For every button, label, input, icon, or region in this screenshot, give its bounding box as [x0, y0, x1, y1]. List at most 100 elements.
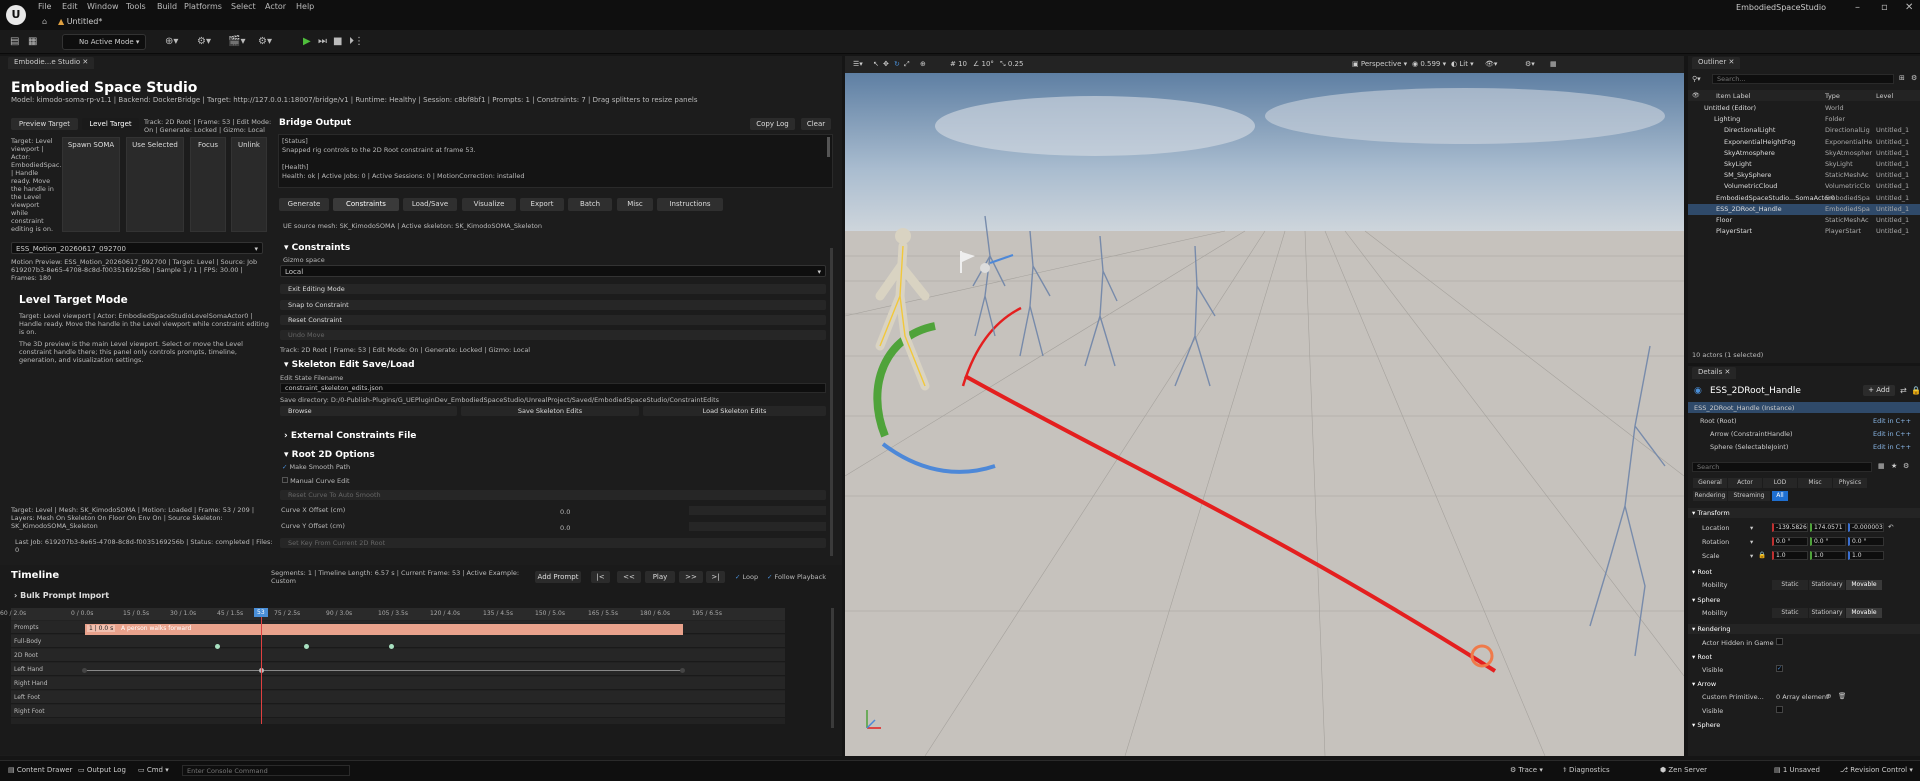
skeleton-save-header[interactable]: ▾ Skeleton Edit Save/Load — [284, 360, 415, 370]
filter-icon[interactable]: ⚲▾ — [1692, 75, 1701, 83]
cinematics-icon[interactable]: 🎬▾ — [228, 36, 245, 47]
outliner-settings-icon[interactable]: ⚙ — [1911, 74, 1917, 82]
viewport-menu-icon[interactable]: ☰▾ — [853, 60, 863, 68]
col-item-label[interactable]: Item Label — [1716, 92, 1750, 100]
fullbody-key-3[interactable] — [389, 644, 394, 649]
diagnostics-button[interactable]: ⚕ Diagnostics — [1563, 766, 1610, 774]
lock-icon[interactable]: 🔒 — [1911, 386, 1920, 395]
outliner-row[interactable]: Lighting Folder — [1688, 114, 1920, 125]
platforms-icon[interactable]: ⚙▾ — [258, 36, 272, 47]
mobility-static[interactable]: Static — [1772, 608, 1808, 618]
scale-label[interactable]: Scale — [1702, 552, 1720, 560]
loop-checkbox[interactable]: ✓ Loop — [735, 573, 758, 581]
reset-curve-button[interactable]: Reset Curve To Auto Smooth — [280, 490, 826, 500]
menu-actor[interactable]: Actor — [265, 2, 286, 11]
preview-target-button[interactable]: Preview Target — [11, 118, 78, 130]
playhead-frame-badge[interactable]: 53 — [254, 608, 268, 617]
load-skeleton-edits-button[interactable]: Load Skeleton Edits — [643, 406, 826, 416]
tab-generate[interactable]: Generate — [279, 198, 329, 211]
root-key-start[interactable] — [82, 668, 87, 673]
rotation-y[interactable]: 0.0 ° — [1810, 537, 1846, 546]
edit-in-cpp-link[interactable]: Edit in C++ — [1873, 417, 1911, 425]
motion-select-dropdown[interactable]: ESS_Motion_20260617_092700 ▾ — [11, 242, 263, 254]
outliner-row[interactable]: EmbodiedSpaceStudio...SomaActor0 Embodied… — [1688, 193, 1920, 204]
tab-batch[interactable]: Batch — [568, 198, 612, 211]
mobility-movable[interactable]: Movable — [1846, 608, 1882, 618]
grid-snap[interactable]: # 10 — [950, 60, 967, 68]
undo-move-button[interactable]: Undo Move — [280, 330, 826, 340]
use-selected-card[interactable]: Use Selected — [126, 137, 184, 232]
arrow-section-header[interactable]: ▾ Arrow — [1688, 679, 1920, 689]
instance-row[interactable]: ESS_2DRoot_Handle (Instance) — [1688, 402, 1920, 413]
scale-y[interactable]: 1.0 — [1810, 551, 1846, 560]
sphere-section-header[interactable]: ▾ Sphere — [1688, 595, 1920, 605]
unreal-logo-icon[interactable]: U — [6, 5, 26, 25]
camera-speed[interactable]: ◉ 0.599 ▾ — [1412, 60, 1446, 68]
timeline-track-row[interactable]: 2D Root — [11, 649, 785, 662]
filename-input[interactable]: constraint_skeleton_edits.json — [280, 383, 826, 393]
level-tab[interactable]: ▲ Untitled* — [58, 17, 102, 26]
spawn-soma-card[interactable]: Spawn SOMA — [62, 137, 120, 232]
step-icon[interactable]: ⏭ — [318, 36, 327, 47]
reset-constraint-button[interactable]: Reset Constraint — [280, 315, 826, 325]
sphere-section-header-2[interactable]: ▾ Sphere — [1688, 720, 1920, 730]
edit-in-cpp-link[interactable]: Edit in C++ — [1873, 430, 1911, 438]
show-flags-icon[interactable]: 👁▾ — [1485, 60, 1497, 68]
root2d-options-header[interactable]: ▾ Root 2D Options — [284, 450, 375, 460]
location-y[interactable]: 174.0571 — [1810, 523, 1846, 532]
last-frame-button[interactable]: >| — [706, 571, 725, 583]
outliner-row[interactable]: PlayerStart PlayerStart Untitled_1 — [1688, 226, 1920, 237]
outliner-row[interactable]: SkyLight SkyLight Untitled_1 — [1688, 159, 1920, 170]
copy-log-button[interactable]: Copy Log — [750, 118, 795, 130]
location-x[interactable]: -139.5826 — [1772, 523, 1808, 532]
constraints-scrollbar[interactable] — [830, 248, 833, 556]
timeline-scrollbar[interactable] — [831, 608, 834, 728]
rotation-snap[interactable]: ∠ 10° — [973, 60, 994, 68]
hidden-in-game-checkbox[interactable] — [1776, 638, 1783, 645]
stop-icon[interactable]: ■ — [333, 36, 342, 47]
console-input[interactable]: Enter Console Command — [182, 765, 350, 776]
external-constraints-header[interactable]: › External Constraints File — [284, 431, 416, 441]
scale-z[interactable]: 1.0 — [1848, 551, 1884, 560]
add-element-icon[interactable]: ⊕ — [1826, 692, 1831, 700]
viewport-settings-icon[interactable]: ⚙▾ — [1525, 60, 1535, 68]
rotation-label[interactable]: Rotation — [1702, 538, 1729, 546]
cmd-dropdown[interactable]: ▭ Cmd ▾ — [138, 766, 169, 774]
zen-server-button[interactable]: ⬢ Zen Server — [1660, 766, 1707, 774]
browse-button[interactable]: Browse — [280, 406, 457, 416]
play-button[interactable]: Play — [645, 571, 675, 583]
outliner-row[interactable]: SkyAtmosphere SkyAtmospher Untitled_1 — [1688, 148, 1920, 159]
curve-x-value[interactable]: 0.0 — [560, 508, 570, 516]
maximize-icon[interactable]: ▫ — [1881, 2, 1888, 13]
tab-instructions[interactable]: Instructions — [657, 198, 723, 211]
component-row-sphere[interactable]: Sphere (SelectableJoint) Edit in C++ — [1688, 441, 1920, 452]
menu-window[interactable]: Window — [87, 2, 119, 11]
component-row-arrow[interactable]: Arrow (ConstraintHandle) Edit in C++ — [1688, 428, 1920, 439]
timeline-track-row[interactable]: Full-Body — [11, 635, 785, 648]
curve-y-value[interactable]: 0.0 — [560, 524, 570, 532]
timeline-ruler[interactable]: 0 / 0.0s 15 / 0.5s 30 / 1.0s 45 / 1.5s 60 / … — [0, 608, 785, 620]
grid-view-icon[interactable]: ▦ — [1878, 462, 1885, 470]
select-tool-icon[interactable]: ↖ — [873, 60, 879, 68]
menu-tools[interactable]: Tools — [126, 2, 146, 11]
manual-curve-checkbox[interactable]: Manual Curve Edit — [282, 477, 350, 485]
menu-help[interactable]: Help — [296, 2, 314, 11]
location-z[interactable]: -0.000003 — [1848, 523, 1884, 532]
details-settings-icon[interactable]: ⚙ — [1903, 462, 1909, 470]
tab-misc[interactable]: Misc — [617, 198, 653, 211]
timeline-track-row[interactable]: Right Foot — [11, 705, 785, 718]
close-tab-icon[interactable]: ✕ — [82, 58, 88, 66]
clear-button[interactable]: Clear — [801, 118, 831, 130]
details-search-input[interactable]: Search — [1692, 462, 1872, 472]
mobility-static[interactable]: Static — [1772, 580, 1808, 590]
unsaved-button[interactable]: ▤ 1 Unsaved — [1774, 766, 1820, 774]
filter-misc[interactable]: Misc — [1798, 478, 1832, 488]
outliner-row[interactable]: ExponentialHeightFog ExponentialHe Untitle… — [1688, 137, 1920, 148]
content-drawer-button[interactable]: ▤ Content Drawer — [8, 766, 72, 774]
actor-name[interactable]: ESS_2DRoot_Handle — [1710, 386, 1801, 396]
snap-to-constraint-button[interactable]: Snap to Constraint — [280, 300, 826, 310]
constraints-header[interactable]: ▾ Constraints — [284, 243, 350, 253]
mode-dropdown[interactable]: No Active Mode ▾ — [62, 34, 146, 50]
content-browser-icon[interactable]: ▦ — [28, 36, 37, 47]
add-actor-icon[interactable]: ⊕▾ — [165, 36, 178, 47]
